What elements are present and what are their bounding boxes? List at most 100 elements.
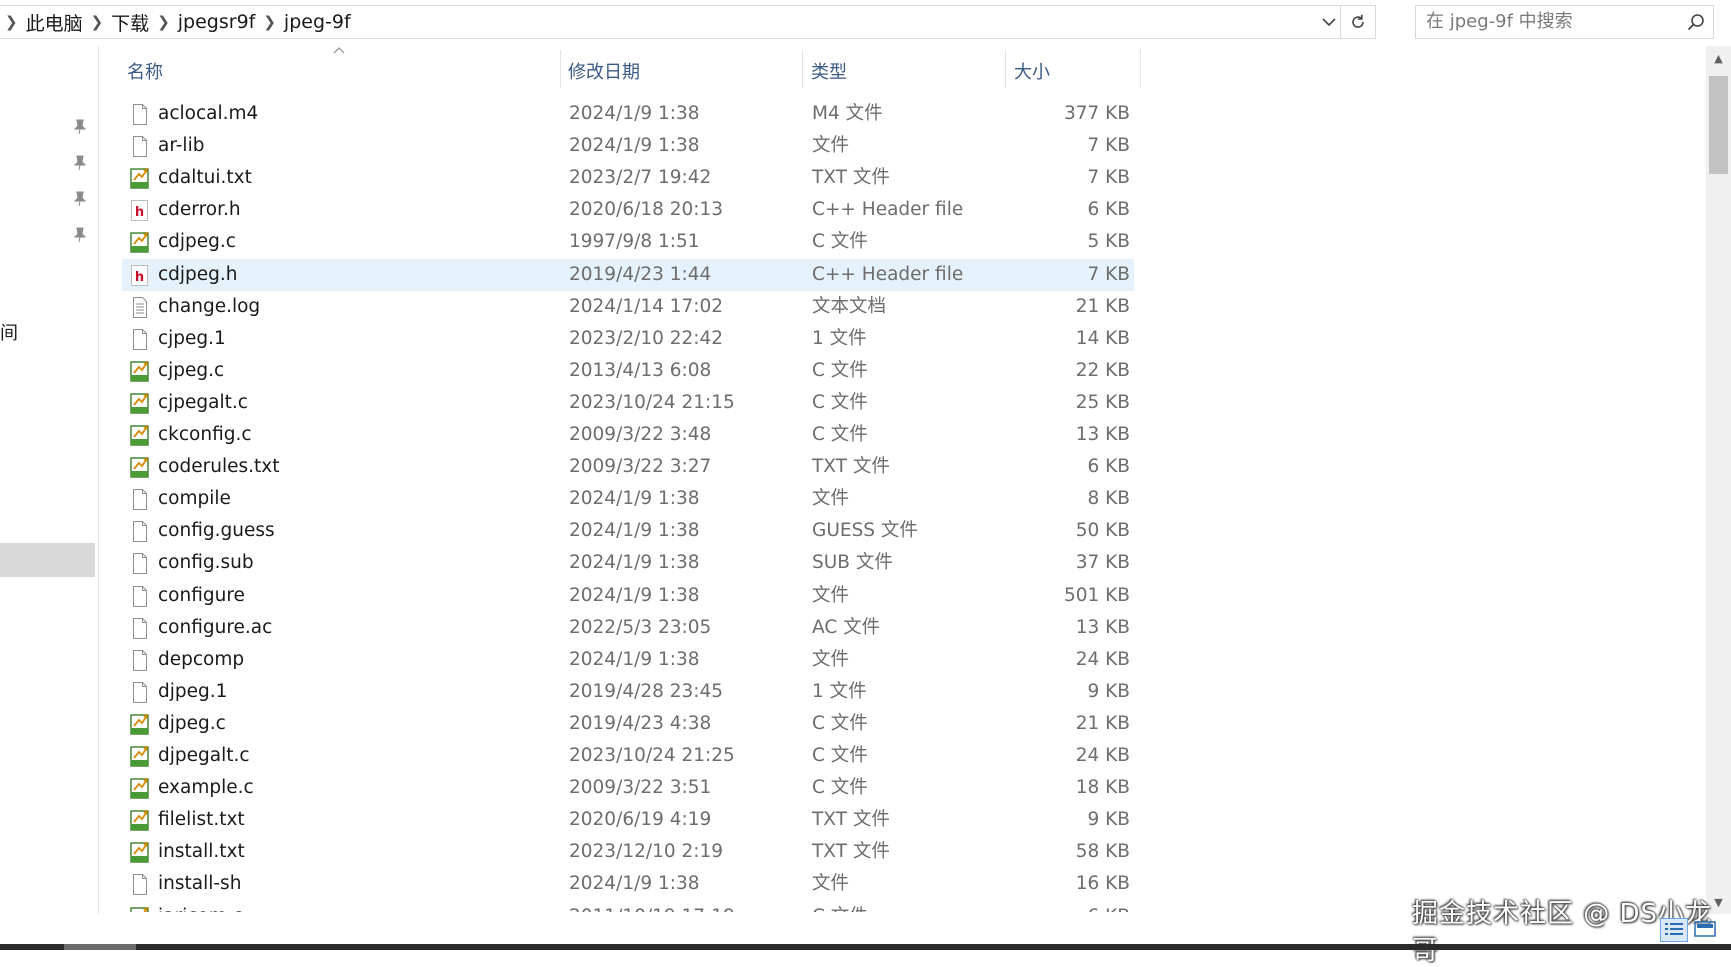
file-modified-date: 2024/1/9 1:38 — [569, 488, 700, 509]
chevron-right-icon[interactable]: ❯ — [157, 13, 170, 31]
file-row[interactable]: cjpeg.c 2013/4/13 6:08 C 文件 22 KB — [122, 355, 1134, 387]
file-name[interactable]: jaricom.c — [158, 901, 243, 912]
file-modified-date: 2024/1/9 1:38 — [569, 649, 700, 670]
file-row[interactable]: cjpegalt.c 2023/10/24 21:15 C 文件 25 KB — [122, 387, 1134, 419]
file-name[interactable]: filelist.txt — [158, 804, 245, 836]
scroll-thumb[interactable] — [1709, 76, 1728, 174]
breadcrumb-item[interactable]: 此电脑 — [26, 9, 83, 36]
file-row[interactable]: configure 2024/1/9 1:38 文件 501 KB — [122, 580, 1134, 612]
column-header-name[interactable]: 名称 — [122, 50, 560, 88]
file-name[interactable]: cjpegalt.c — [158, 387, 248, 419]
file-size: 14 KB — [1075, 328, 1130, 349]
search-box[interactable]: 在 jpeg-9f 中搜索 — [1415, 5, 1714, 39]
file-row[interactable]: install.txt 2023/12/10 2:19 TXT 文件 58 KB — [122, 836, 1134, 868]
breadcrumb-item[interactable]: jpeg-9f — [284, 11, 351, 33]
blank-file-icon — [130, 104, 150, 125]
nav-item-label[interactable]: 间 — [0, 319, 18, 345]
vertical-scrollbar[interactable]: ▲ ▼ — [1706, 46, 1731, 914]
file-name[interactable]: compile — [158, 483, 231, 515]
file-name[interactable]: ar-lib — [158, 130, 204, 162]
file-name[interactable]: ckconfig.c — [158, 419, 252, 451]
file-name[interactable]: configure — [158, 580, 245, 612]
large-icons-view-button[interactable] — [1692, 918, 1720, 942]
file-modified-date: 2011/10/19 17:19 — [569, 901, 735, 912]
file-row[interactable]: ar-lib 2024/1/9 1:38 文件 7 KB — [122, 130, 1134, 162]
file-name[interactable]: change.log — [158, 291, 260, 323]
file-row[interactable]: cdjpeg.c 1997/9/8 1:51 C 文件 5 KB — [122, 226, 1134, 258]
taskbar-edge — [0, 944, 1731, 950]
file-size: 7 KB — [1087, 135, 1130, 156]
file-name[interactable]: install-sh — [158, 868, 241, 900]
column-header-date[interactable]: 修改日期 — [561, 50, 802, 88]
search-input[interactable]: 在 jpeg-9f 中搜索 — [1426, 6, 1573, 38]
pin-icon[interactable] — [73, 227, 87, 243]
pin-icon[interactable] — [73, 191, 87, 207]
file-name[interactable]: install.txt — [158, 836, 245, 868]
file-row[interactable]: config.guess 2024/1/9 1:38 GUESS 文件 50 KB — [122, 515, 1134, 547]
file-name[interactable]: aclocal.m4 — [158, 98, 258, 130]
file-name[interactable]: cdaltui.txt — [158, 162, 252, 194]
file-row[interactable]: djpeg.c 2019/4/23 4:38 C 文件 21 KB — [122, 708, 1134, 740]
details-view-button[interactable] — [1660, 918, 1688, 942]
chevron-right-icon[interactable]: ❯ — [5, 13, 18, 31]
file-name[interactable]: example.c — [158, 772, 254, 804]
file-row[interactable]: djpeg.1 2019/4/28 23:45 1 文件 9 KB — [122, 676, 1134, 708]
file-row[interactable]: compile 2024/1/9 1:38 文件 8 KB — [122, 483, 1134, 515]
file-name[interactable]: cderror.h — [158, 194, 241, 226]
pin-icon[interactable] — [73, 119, 87, 135]
file-name[interactable]: cjpeg.1 — [158, 323, 226, 355]
breadcrumb-item[interactable]: 下载 — [111, 9, 149, 36]
file-modified-date: 2020/6/18 20:13 — [569, 199, 724, 220]
file-row[interactable]: coderules.txt 2009/3/22 3:27 TXT 文件 6 KB — [122, 451, 1134, 483]
column-header-size[interactable]: 大小 — [1006, 50, 1140, 88]
file-name[interactable]: configure.ac — [158, 612, 272, 644]
file-row[interactable]: aclocal.m4 2024/1/9 1:38 M4 文件 377 KB — [122, 98, 1134, 130]
file-row[interactable]: config.sub 2024/1/9 1:38 SUB 文件 37 KB — [122, 547, 1134, 579]
file-row[interactable]: depcomp 2024/1/9 1:38 文件 24 KB — [122, 644, 1134, 676]
file-name[interactable]: config.sub — [158, 547, 254, 579]
search-icon[interactable] — [1687, 13, 1705, 31]
file-row[interactable]: h cdjpeg.h 2019/4/23 1:44 C++ Header file 7 … — [122, 259, 1134, 291]
file-name[interactable]: djpeg.1 — [158, 676, 227, 708]
file-row[interactable]: cdaltui.txt 2023/2/7 19:42 TXT 文件 7 KB — [122, 162, 1134, 194]
file-row[interactable]: jaricom.c 2011/10/19 17:19 C 文件 6 KB — [122, 901, 1134, 912]
refresh-button[interactable] — [1340, 6, 1375, 38]
pane-divider[interactable] — [98, 46, 99, 914]
file-name[interactable]: cdjpeg.h — [158, 259, 238, 291]
file-row[interactable]: djpegalt.c 2023/10/24 21:25 C 文件 24 KB — [122, 740, 1134, 772]
file-row[interactable]: configure.ac 2022/5/3 23:05 AC 文件 13 KB — [122, 612, 1134, 644]
pin-icon[interactable] — [73, 155, 87, 171]
file-modified-date: 2019/4/28 23:45 — [569, 681, 724, 702]
file-row[interactable]: cjpeg.1 2023/2/10 22:42 1 文件 14 KB — [122, 323, 1134, 355]
blank-file-icon — [130, 521, 150, 542]
file-name[interactable]: config.guess — [158, 515, 275, 547]
file-name[interactable]: depcomp — [158, 644, 244, 676]
file-row[interactable]: filelist.txt 2020/6/19 4:19 TXT 文件 9 KB — [122, 804, 1134, 836]
chevron-right-icon[interactable]: ❯ — [263, 13, 276, 31]
file-row[interactable]: change.log 2024/1/14 17:02 文本文档 21 KB — [122, 291, 1134, 323]
file-name[interactable]: cdjpeg.c — [158, 226, 236, 258]
breadcrumb-item[interactable]: jpegsr9f — [178, 11, 256, 33]
file-row[interactable]: ckconfig.c 2009/3/22 3:48 C 文件 13 KB — [122, 419, 1134, 451]
file-size: 501 KB — [1063, 585, 1130, 606]
file-name[interactable]: cjpeg.c — [158, 355, 224, 387]
blank-file-icon — [130, 682, 150, 703]
column-divider[interactable] — [1140, 50, 1141, 88]
file-name[interactable]: djpegalt.c — [158, 740, 250, 772]
file-type: 1 文件 — [812, 681, 867, 702]
file-row[interactable]: example.c 2009/3/22 3:51 C 文件 18 KB — [122, 772, 1134, 804]
address-bar[interactable]: ❯ 此电脑 ❯ 下载 ❯ jpegsr9f ❯ jpeg-9f — [0, 5, 1376, 39]
chevron-down-icon[interactable] — [1319, 6, 1339, 38]
nav-item-selected[interactable] — [0, 543, 95, 577]
chevron-right-icon[interactable]: ❯ — [91, 13, 104, 31]
file-name[interactable]: djpeg.c — [158, 708, 226, 740]
file-modified-date: 2009/3/22 3:51 — [569, 777, 712, 798]
file-modified-date: 2024/1/14 17:02 — [569, 296, 724, 317]
file-size: 13 KB — [1075, 617, 1130, 638]
column-header-type[interactable]: 类型 — [803, 50, 1005, 88]
scroll-up-icon[interactable]: ▲ — [1706, 46, 1731, 70]
file-row[interactable]: install-sh 2024/1/9 1:38 文件 16 KB — [122, 868, 1134, 900]
editor-file-icon — [130, 714, 150, 735]
file-row[interactable]: h cderror.h 2020/6/18 20:13 C++ Header file… — [122, 194, 1134, 226]
file-name[interactable]: coderules.txt — [158, 451, 279, 483]
